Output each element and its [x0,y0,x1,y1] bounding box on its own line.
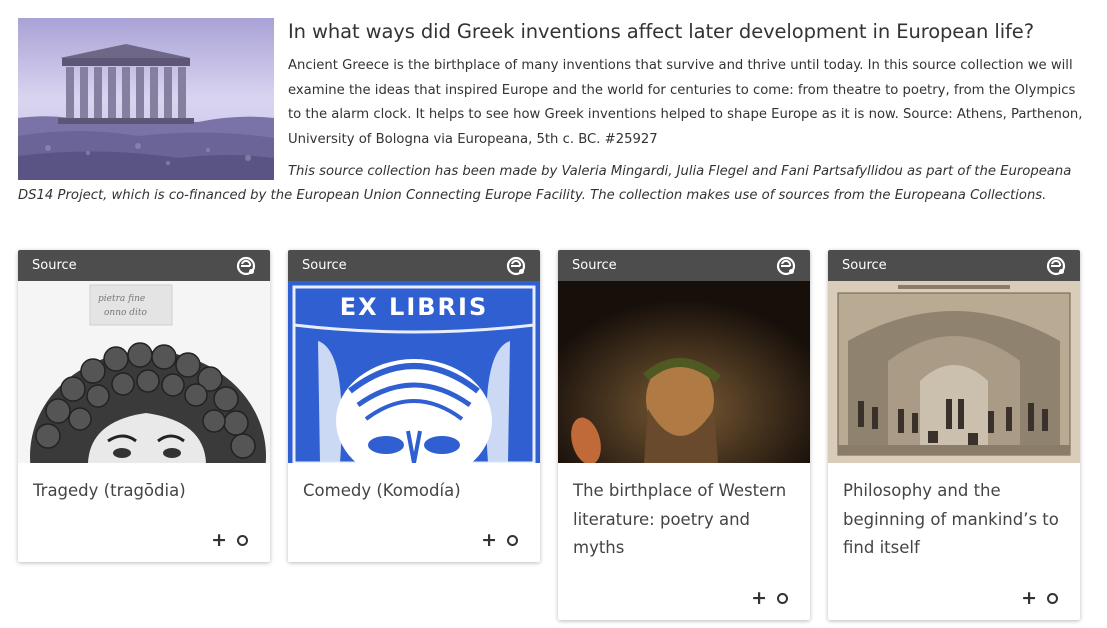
add-icon[interactable]: + [481,531,497,550]
poet-painting-image [558,281,810,463]
europeana-logo-icon [1046,256,1066,276]
select-circle-icon[interactable] [777,593,788,604]
card-title[interactable]: Tragedy (tragōdia) [18,463,270,506]
collection-description: Ancient Greece is the birthplace of many… [288,58,1083,147]
card-actions: + [211,531,248,550]
source-label: Source [302,258,347,273]
europeana-logo-icon [506,256,526,276]
source-label: Source [32,258,77,273]
card-header: Source [828,250,1080,281]
svg-text:onno dito: onno dito [104,308,148,318]
comedy-image: EX LIBRIS [288,281,540,463]
parthenon-image [18,18,274,180]
source-card-literature[interactable]: Source The birthplace of Western literat… [558,250,810,620]
source-label: Source [572,258,617,273]
collection-credit: This source collection has been made by … [18,164,1072,203]
ex-libris-text: EX LIBRIS [340,293,488,321]
tragedy-note-text: pietra fine [98,294,145,304]
europeana-logo-icon [776,256,796,276]
card-header: Source [558,250,810,281]
card-title[interactable]: The birthplace of Western literature: po… [558,463,810,563]
source-card-philosophy[interactable]: Source Philosophy and the beginning of m… [828,250,1080,620]
card-title[interactable]: Philosophy and the beginning of mankind’… [828,463,1080,563]
card-header: Source [288,250,540,281]
add-icon[interactable]: + [211,531,227,550]
card-header: Source [18,250,270,281]
add-icon[interactable]: + [1021,589,1037,608]
add-icon[interactable]: + [751,589,767,608]
select-circle-icon[interactable] [1047,593,1058,604]
source-label: Source [842,258,887,273]
school-of-athens-engraving-image [828,281,1080,463]
card-actions: + [1021,589,1058,608]
select-circle-icon[interactable] [507,535,518,546]
europeana-logo-icon [236,256,256,276]
tragedy-image: pietra fine onno dito [18,281,270,463]
card-actions: + [751,589,788,608]
source-card-tragedy[interactable]: Source pietra fine onno dito Tragedy (tr… [18,250,270,562]
card-title[interactable]: Comedy (Komodía) [288,463,540,506]
collection-title: In what ways did Greek inventions affect… [288,20,1034,43]
card-actions: + [481,531,518,550]
select-circle-icon[interactable] [237,535,248,546]
source-card-comedy[interactable]: Source EX LIBRIS Comedy (Komodía) + [288,250,540,562]
